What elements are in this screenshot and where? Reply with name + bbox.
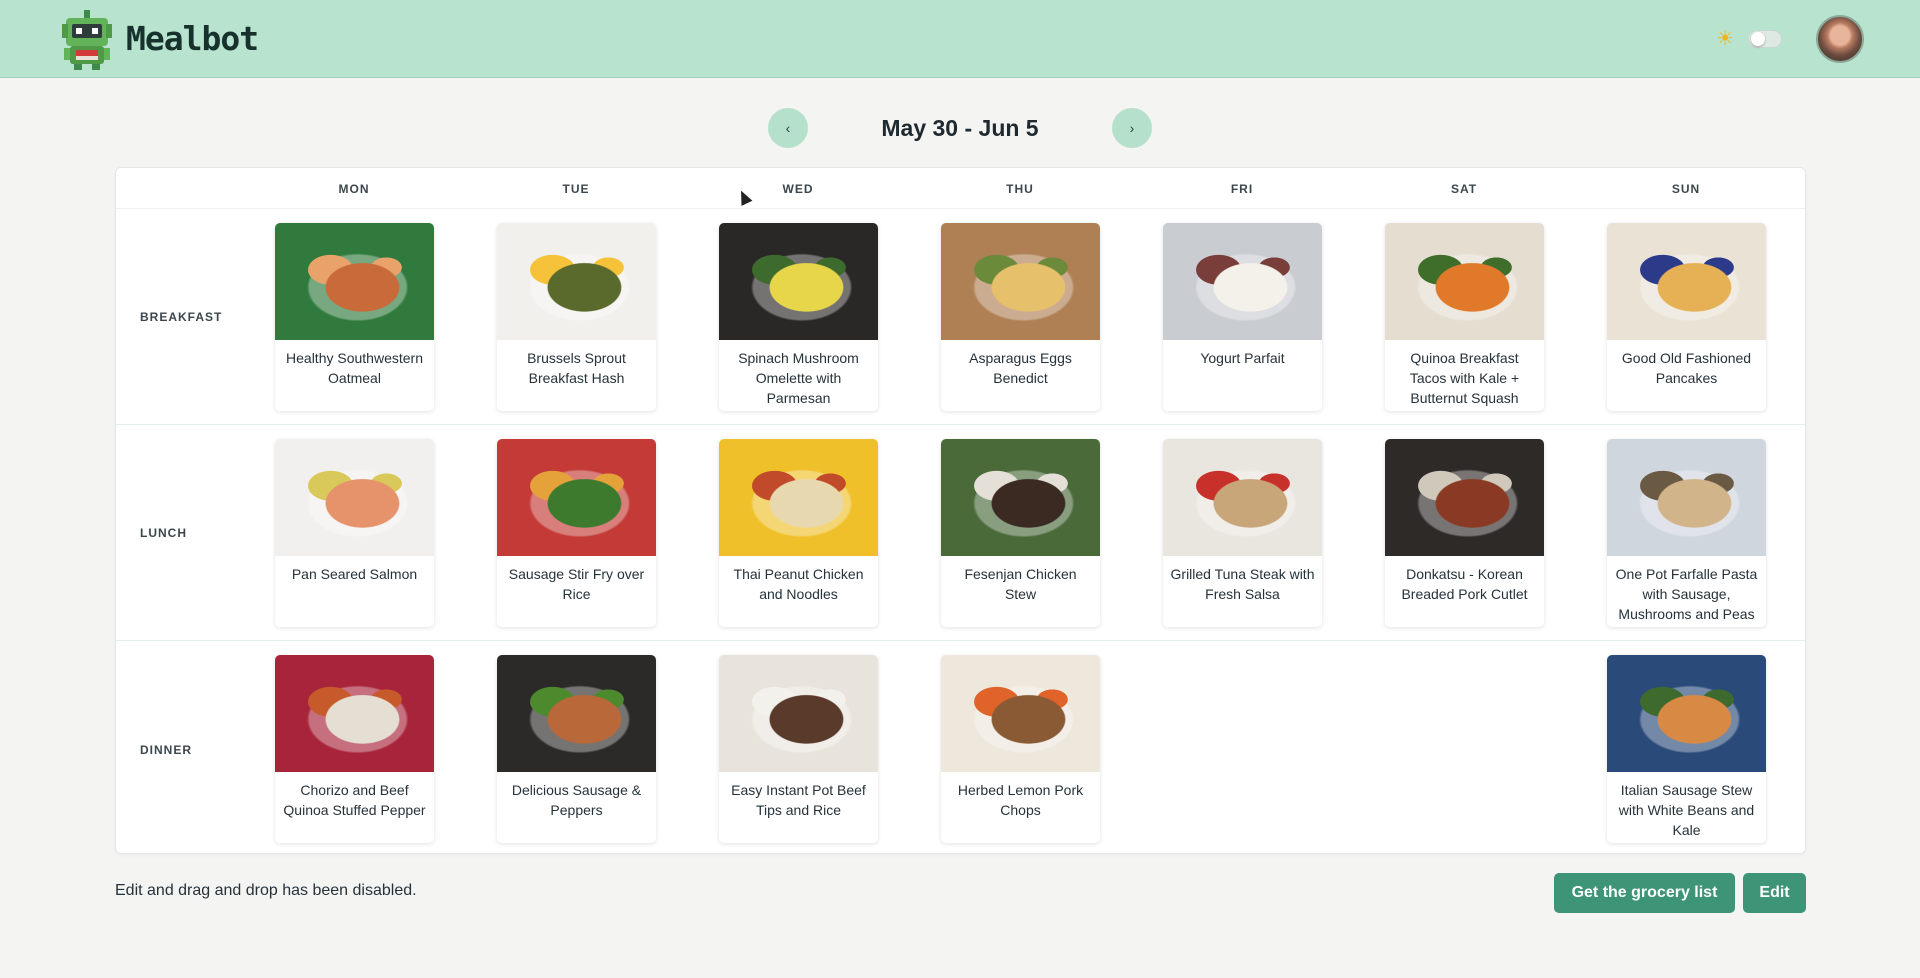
- meal-photo: [719, 439, 878, 556]
- meal-photo: [275, 439, 434, 556]
- meal-name: Brussels Sprout Breakfast Hash: [527, 350, 626, 386]
- day-header-sat: SAT: [1450, 181, 1478, 196]
- meal-label: LUNCH: [140, 526, 187, 540]
- brand[interactable]: Mealbot: [54, 8, 259, 70]
- meal-name: Yogurt Parfait: [1200, 350, 1285, 366]
- meal-name: One Pot Farfalle Pasta with Sausage, Mus…: [1615, 566, 1758, 622]
- app-header: Mealbot ☀: [0, 0, 1920, 78]
- meal-card[interactable]: Asparagus Eggs Benedict: [941, 223, 1100, 411]
- day-header-row: MON TUE WED THU FRI SAT SUN: [116, 168, 1805, 209]
- meal-photo: [1607, 223, 1766, 340]
- header-controls: ☀: [1716, 14, 1864, 63]
- grocery-list-button[interactable]: Get the grocery list: [1554, 873, 1735, 913]
- meal-photo: [941, 655, 1100, 772]
- day-header-tue: TUE: [562, 181, 590, 196]
- meal-name: Easy Instant Pot Beef Tips and Rice: [731, 782, 866, 818]
- meal-card[interactable]: Chorizo and Beef Quinoa Stuffed Pepper: [275, 655, 434, 843]
- meal-photo: [497, 223, 656, 340]
- meal-photo: [941, 439, 1100, 556]
- meal-name: Asparagus Eggs Benedict: [969, 350, 1072, 386]
- day-header-thu: THU: [1006, 181, 1034, 196]
- meal-card[interactable]: Spinach Mushroom Omelette with Parmesan: [719, 223, 878, 411]
- meal-name: Spinach Mushroom Omelette with Parmesan: [738, 350, 859, 406]
- meal-name: Sausage Stir Fry over Rice: [508, 566, 645, 602]
- meal-name: Grilled Tuna Steak with Fresh Salsa: [1170, 566, 1315, 602]
- meal-photo: [1607, 439, 1766, 556]
- avatar[interactable]: [1816, 14, 1864, 63]
- meal-name: Delicious Sausage & Peppers: [511, 782, 642, 818]
- meal-name: Donkatsu - Korean Breaded Pork Cutlet: [1401, 566, 1528, 602]
- meal-photo: [719, 223, 878, 340]
- meal-name: Herbed Lemon Pork Chops: [957, 782, 1084, 818]
- meal-card[interactable]: Easy Instant Pot Beef Tips and Rice: [719, 655, 878, 843]
- meal-name: Fesenjan Chicken Stew: [964, 566, 1077, 602]
- day-header-mon: MON: [338, 181, 370, 196]
- meal-photo: [719, 655, 878, 772]
- meal-name: Pan Seared Salmon: [291, 566, 418, 582]
- day-header-sun: SUN: [1671, 181, 1701, 196]
- meal-photo: [1385, 439, 1544, 556]
- meal-card[interactable]: Yogurt Parfait: [1163, 223, 1322, 411]
- meal-photo: [1163, 439, 1322, 556]
- meal-name: Healthy Southwestern Oatmeal: [286, 350, 423, 386]
- meal-card[interactable]: One Pot Farfalle Pasta with Sausage, Mus…: [1607, 439, 1766, 627]
- meal-photo: [1163, 223, 1322, 340]
- meal-name: Thai Peanut Chicken and Noodles: [733, 566, 864, 602]
- app-name: Mealbot: [126, 19, 259, 58]
- meal-card[interactable]: Donkatsu - Korean Breaded Pork Cutlet: [1385, 439, 1544, 627]
- week-title: May 30 - Jun 5: [881, 114, 1039, 141]
- week-navigation: ‹ May 30 - Jun 5 ›: [0, 108, 1920, 148]
- meal-card[interactable]: Italian Sausage Stew with White Beans an…: [1607, 655, 1766, 843]
- meal-row-lunch: LUNCH Pan Seared Salmon Sausage Stir Fry o…: [116, 426, 1805, 641]
- meal-card[interactable]: Grilled Tuna Steak with Fresh Salsa: [1163, 439, 1322, 627]
- meal-photo: [1385, 223, 1544, 340]
- meal-card[interactable]: Quinoa Breakfast Tacos with Kale + Butte…: [1385, 223, 1544, 411]
- meal-row-breakfast: BREAKFAST Healthy Southwestern Oatmeal Bru…: [116, 210, 1805, 425]
- day-header-fri: FRI: [1230, 181, 1254, 196]
- meal-label: BREAKFAST: [140, 310, 223, 324]
- meal-card[interactable]: Fesenjan Chicken Stew: [941, 439, 1100, 627]
- meal-card[interactable]: Healthy Southwestern Oatmeal: [275, 223, 434, 411]
- meal-name: Italian Sausage Stew with White Beans an…: [1618, 782, 1755, 838]
- theme-toggle[interactable]: [1748, 29, 1782, 48]
- meal-label: DINNER: [140, 742, 193, 757]
- meal-card[interactable]: Delicious Sausage & Peppers: [497, 655, 656, 843]
- meal-card[interactable]: Pan Seared Salmon: [275, 439, 434, 627]
- meal-card[interactable]: Herbed Lemon Pork Chops: [941, 655, 1100, 843]
- meal-row-dinner: DINNER Chorizo and Beef Quinoa Stuffed Pe…: [116, 642, 1805, 857]
- sun-icon: ☀: [1716, 27, 1734, 50]
- meal-card[interactable]: Brussels Sprout Breakfast Hash: [497, 223, 656, 411]
- meal-calendar: MON TUE WED THU FRI SAT SUN BREAKFAST Healthy S…: [115, 167, 1806, 854]
- chevron-right-icon: ›: [1129, 120, 1135, 136]
- meal-photo: [1607, 655, 1766, 772]
- toggle-knob: [1751, 31, 1765, 46]
- meal-name: Quinoa Breakfast Tacos with Kale + Butte…: [1409, 350, 1520, 406]
- edit-button[interactable]: Edit: [1743, 873, 1806, 913]
- meal-card[interactable]: Good Old Fashioned Pancakes: [1607, 223, 1766, 411]
- meal-card[interactable]: Thai Peanut Chicken and Noodles: [719, 439, 878, 627]
- meal-photo: [497, 655, 656, 772]
- edit-disabled-note: Edit and drag and drop has been disabled…: [115, 882, 417, 899]
- meal-photo: [497, 439, 656, 556]
- prev-week-button[interactable]: ‹: [768, 108, 808, 148]
- meal-card[interactable]: Sausage Stir Fry over Rice: [497, 439, 656, 627]
- robot-logo-icon: [62, 9, 112, 70]
- chevron-left-icon: ‹: [785, 120, 791, 136]
- meal-photo: [275, 655, 434, 772]
- meal-photo: [941, 223, 1100, 340]
- meal-photo: [275, 223, 434, 340]
- meal-name: Chorizo and Beef Quinoa Stuffed Pepper: [283, 782, 426, 818]
- next-week-button[interactable]: ›: [1112, 108, 1152, 148]
- meal-name: Good Old Fashioned Pancakes: [1621, 350, 1752, 386]
